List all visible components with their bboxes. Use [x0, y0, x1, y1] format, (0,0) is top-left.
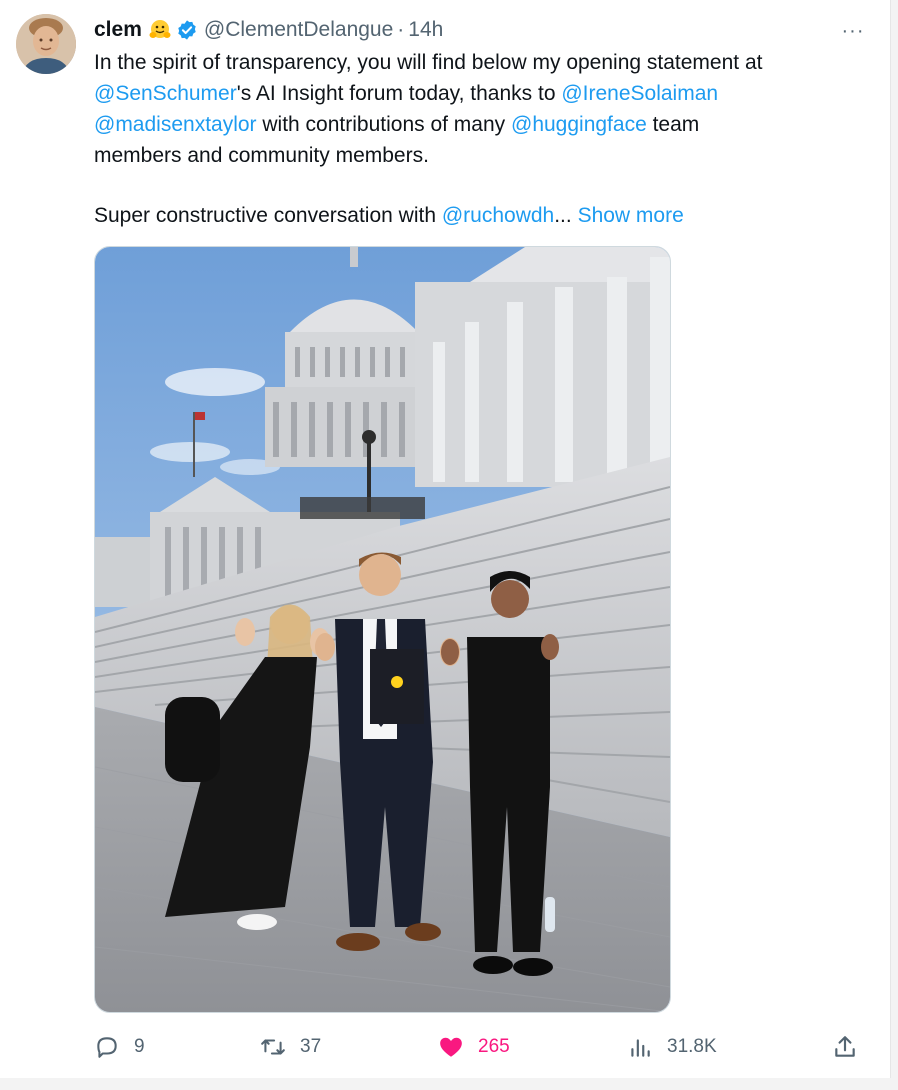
- views-icon: [631, 1039, 650, 1057]
- tweet-header: clem @ClementDelangue · 14h: [94, 15, 443, 45]
- tweet-line: members and community members.: [94, 144, 429, 167]
- tweet-line: In the spirit of transparency, you will …: [94, 51, 763, 74]
- reply-count: 9: [134, 1036, 145, 1057]
- more-label: ···: [841, 19, 865, 42]
- mention-link[interactable]: @huggingface: [511, 113, 647, 136]
- author-handle[interactable]: @ClementDelangue: [204, 18, 393, 42]
- views-button[interactable]: 31.8K: [627, 1030, 717, 1064]
- tweet-text: In the spirit of transparency, you will …: [94, 47, 874, 231]
- reply-button[interactable]: 9: [94, 1030, 145, 1064]
- tweet-line: @SenSchumer's AI Insight forum today, th…: [94, 78, 874, 109]
- mention-link[interactable]: @IreneSolaiman: [561, 82, 718, 105]
- like-button[interactable]: 265: [438, 1030, 510, 1064]
- repost-count: 37: [300, 1036, 322, 1057]
- tweet-line: Super constructive conversation with @ru…: [94, 200, 874, 231]
- repost-icon: [261, 1039, 285, 1055]
- tweet-card[interactable]: clem @ClementDelangue · 14h ··· In the s…: [0, 0, 891, 1078]
- timestamp[interactable]: 14h: [408, 18, 443, 42]
- separator-dot: ·: [397, 18, 405, 41]
- show-more-link[interactable]: Show more: [578, 204, 684, 227]
- reply-icon: [97, 1037, 117, 1058]
- author-name[interactable]: clem: [94, 18, 142, 42]
- views-count: 31.8K: [667, 1036, 717, 1057]
- more-icon[interactable]: ···: [838, 18, 868, 44]
- tweet-photo[interactable]: [94, 246, 671, 1013]
- hugging-face-emoji-icon: [148, 18, 172, 42]
- share-icon: [835, 1036, 855, 1057]
- mention-link[interactable]: @SenSchumer: [94, 82, 237, 105]
- repost-button[interactable]: 37: [260, 1030, 321, 1064]
- tweet-actions: 9 37 265 31.8K: [94, 1030, 864, 1064]
- ellipsis: ...: [554, 204, 578, 227]
- tweet-text-segment: with contributions of many: [256, 113, 511, 136]
- verified-badge-icon[interactable]: [176, 19, 198, 41]
- mention-link[interactable]: @madisenxtaylor: [94, 113, 257, 136]
- heart-icon: [440, 1037, 462, 1057]
- tweet-text-segment: 's AI Insight forum today, thanks to: [236, 82, 562, 105]
- avatar[interactable]: [16, 14, 76, 74]
- tweet-text-segment: Super constructive conversation with: [94, 204, 442, 227]
- share-button[interactable]: [832, 1030, 872, 1064]
- tweet-line: @madisenxtaylor with contributions of ma…: [94, 109, 874, 140]
- mention-link[interactable]: @ruchowdh: [442, 204, 554, 227]
- like-count: 265: [478, 1036, 510, 1057]
- tweet-text-segment: team: [646, 113, 700, 136]
